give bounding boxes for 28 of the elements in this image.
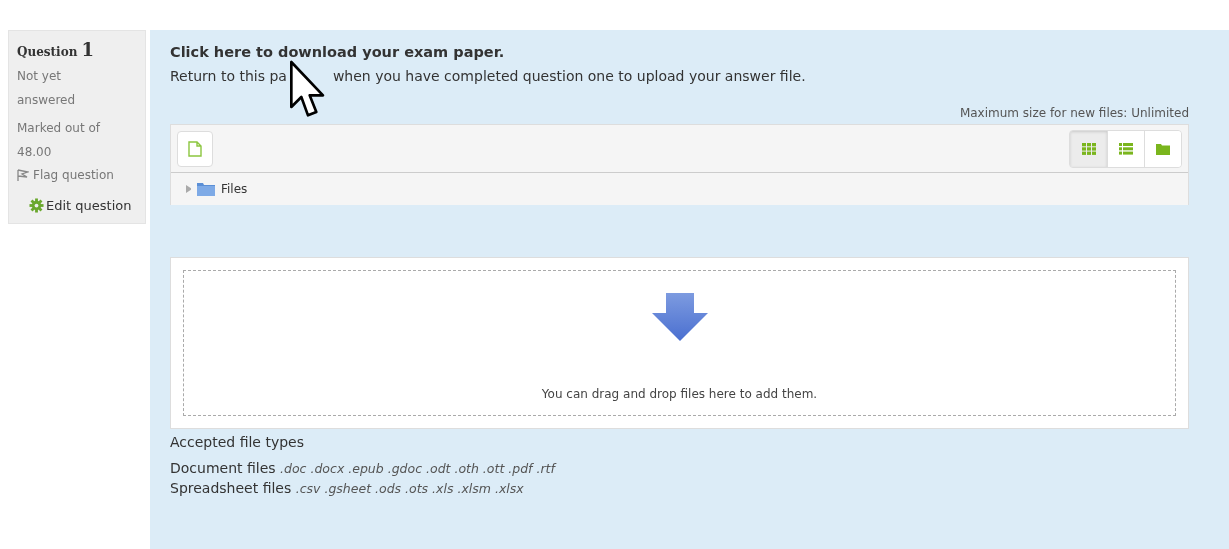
icon-view-button[interactable] [1070, 130, 1107, 167]
collapsed-arrow-icon[interactable] [185, 185, 191, 193]
accepted-types-heading: Accepted file types [170, 434, 305, 450]
download-link[interactable]: Click here to download your exam paper. [170, 44, 1189, 60]
max-size-text: Maximum size for new files: Unlimited [958, 106, 1189, 120]
folder-label[interactable]: Files [221, 182, 248, 196]
list-icon [1119, 142, 1133, 155]
file-type-group: Document files .doc .docx .epub .gdoc .odt .oth .ott .pdf .rtf [170, 460, 1189, 476]
question-grade: Marked out of 48.00 [17, 120, 102, 161]
question-label: Question [17, 45, 78, 59]
folder-icon [197, 182, 215, 196]
flag-icon[interactable] [17, 169, 29, 181]
flag-question-link[interactable]: Flag question [33, 168, 114, 182]
grid-icon [1081, 142, 1096, 155]
folder-icon [1156, 142, 1170, 155]
question-state: Not yet answered [17, 68, 77, 109]
add-file-button[interactable] [177, 130, 213, 167]
drop-zone[interactable]: You can drag and drop files here to add them. [170, 257, 1189, 429]
file-type-group: Spreadsheet files .csv .gsheet .ods .ots .xls .xlsm .xlsx [170, 480, 1189, 496]
drop-zone-text: You can drag and drop files here to add them. [541, 387, 818, 401]
instruction-text: when you have completed question one to upload your answer file. [332, 68, 806, 84]
list-view-button[interactable] [1107, 130, 1144, 167]
file-icon [188, 140, 202, 157]
instruction-text: Return to this pa [170, 68, 287, 84]
tree-view-button[interactable] [1144, 130, 1181, 167]
edit-question-link[interactable]: Edit question [46, 198, 132, 213]
question-number: 1 [81, 39, 95, 60]
gear-icon [29, 198, 44, 213]
